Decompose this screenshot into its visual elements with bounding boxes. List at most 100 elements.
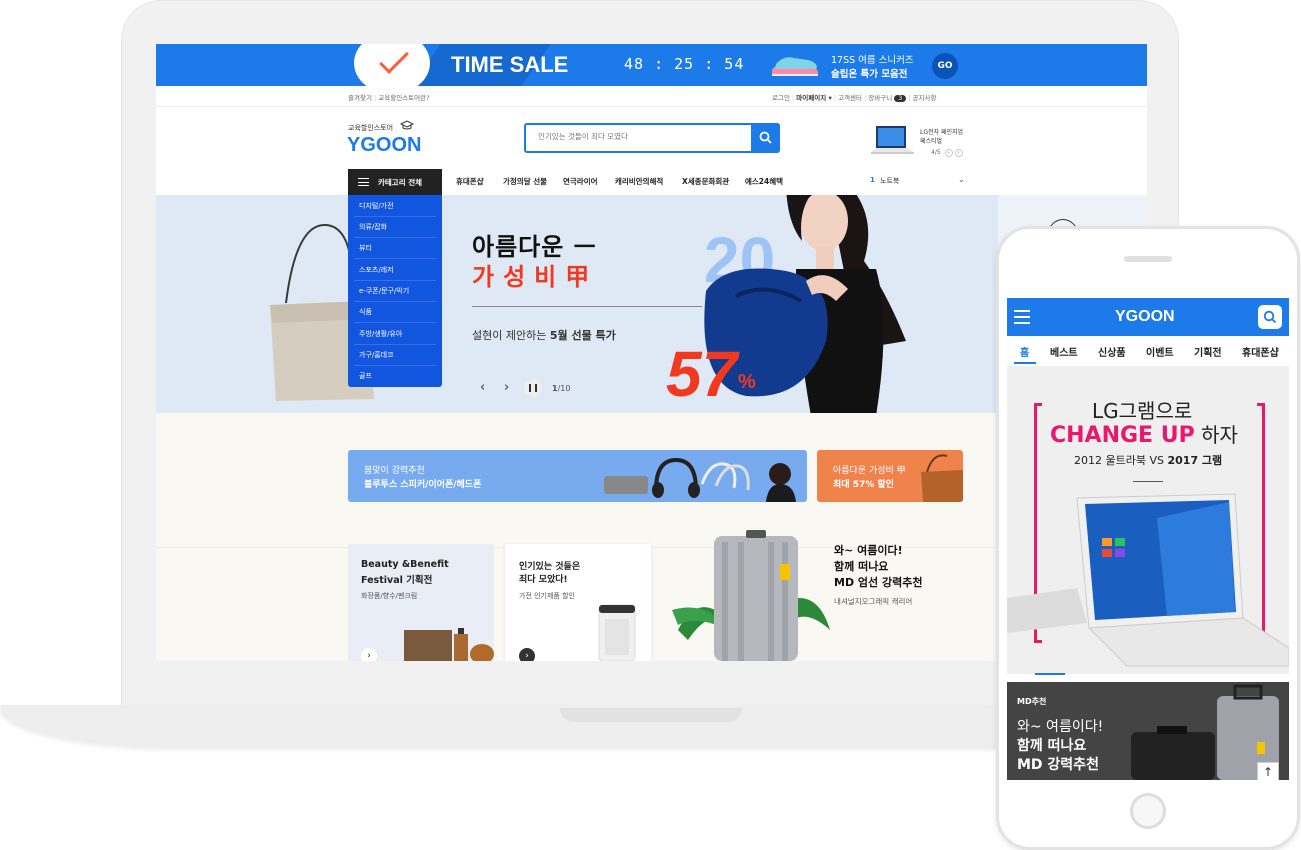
summer-title2: 함께 떠나요: [834, 560, 889, 573]
customer-center-link[interactable]: 고객센터: [838, 94, 862, 102]
next-arrow-icon[interactable]: ›: [954, 149, 963, 157]
laptop-thumbnail-icon[interactable]: [868, 124, 918, 160]
phone-home-button[interactable]: [1130, 793, 1166, 829]
hero-subtitle: 설현이 제안하는 5월 선물 특가: [472, 329, 616, 342]
category-item[interactable]: e-쿠폰/문구/악기: [359, 286, 409, 296]
summer-title3: MD 엄선 강력추천: [834, 576, 923, 589]
banner1-bold: 블루투스 스피커/이어폰/헤드폰: [364, 480, 482, 490]
md-label: MD추천: [1017, 697, 1047, 706]
util-left: 즐겨찾기 | 교육할인스토어란?: [348, 94, 430, 102]
cart-count-badge: 3: [894, 95, 907, 102]
chevron-down-icon[interactable]: ⌄: [958, 175, 965, 184]
mobile-banner-line3: 2012 울트라북 VS 2017 그램: [1074, 454, 1223, 467]
time-sale-promo-line1: 17SS 여름 스니커즈: [831, 55, 914, 66]
arrow-up-icon: ↑: [1263, 765, 1274, 779]
cart-link[interactable]: 장바구니: [868, 94, 892, 102]
search-button[interactable]: [751, 123, 780, 153]
scroll-top-button[interactable]: ↑: [1257, 762, 1279, 780]
air-purifier-image: [598, 604, 636, 661]
banner-pagination: [1035, 673, 1065, 675]
login-link[interactable]: 로그인: [772, 94, 790, 102]
tab-phone-shop[interactable]: 휴대폰샵: [1242, 344, 1279, 359]
pause-icon: [529, 384, 537, 392]
nav-item[interactable]: 예스24혜택: [745, 176, 783, 187]
mobile-banner-line2: CHANGE UP 하자: [1050, 423, 1238, 448]
notice-link[interactable]: 공지사항: [913, 94, 937, 102]
md-title3: MD 강력추천: [1017, 757, 1099, 773]
category-all-button[interactable]: 카테고리 전체: [348, 169, 442, 195]
graduation-cap-icon: [400, 120, 414, 130]
appliance-card-sub: 가전 인기제품 할인: [519, 592, 575, 600]
nav-item[interactable]: 캐리비안의해적: [615, 176, 663, 187]
prev-arrow-icon[interactable]: ‹: [944, 149, 953, 157]
category-list: 디지털/가전 의류/잡화 뷰티 스포츠/레저 e-쿠폰/문구/악기 식품 주방/…: [348, 195, 442, 387]
util-divider: [156, 106, 1147, 107]
logo-subtitle: 교육할인스토어: [348, 124, 394, 132]
search-icon: [759, 131, 772, 144]
perfume-image: [404, 628, 494, 661]
mobile-search-button[interactable]: [1258, 305, 1282, 329]
prev-slide-icon[interactable]: ‹: [480, 380, 485, 395]
md-title2: 함께 떠나요: [1017, 738, 1087, 754]
lg-page-counter: 4/5 ‹ ›: [931, 149, 963, 157]
appliance-card-title2: 죄다 모았다!: [519, 575, 568, 585]
bag-image: [921, 454, 963, 502]
bag-banner[interactable]: 아름다운 가성비 甲 최대 57% 할인: [817, 450, 963, 502]
category-item[interactable]: 주방/생활/유아: [359, 329, 402, 339]
hero-divider: [472, 306, 702, 307]
md-title1: 와~ 여름이다!: [1017, 719, 1104, 735]
tab-plan[interactable]: 기획전: [1194, 344, 1222, 359]
tab-home[interactable]: 홈: [1020, 344, 1029, 359]
banner1-small: 봄맞이 강력추천: [364, 466, 425, 476]
nav-item[interactable]: 연극라이어: [563, 176, 598, 187]
nav-item[interactable]: 가정의달 선물: [503, 176, 547, 187]
lg-gram-laptop-image: [1007, 493, 1289, 667]
time-sale-timer: 48 : 25 : 54: [624, 55, 745, 73]
hero-discount-unit: %: [738, 371, 756, 393]
rank-number: 1: [870, 176, 875, 184]
chevron-right-icon[interactable]: ›: [519, 648, 535, 661]
search-input[interactable]: [538, 132, 738, 141]
banner2-small: 아름다운 가성비 甲: [833, 466, 906, 476]
bluetooth-banner[interactable]: 봄맞이 강력추천 블루투스 스피커/이어폰/헤드폰: [348, 450, 807, 502]
hero-title-line2: 가성비甲: [472, 263, 599, 291]
tab-best[interactable]: 베스트: [1050, 344, 1078, 359]
category-item[interactable]: 뷰티: [359, 243, 372, 253]
category-item[interactable]: 가구/홈데코: [359, 350, 394, 360]
category-item[interactable]: 식품: [359, 307, 372, 317]
nav-item[interactable]: 휴대폰샵: [456, 176, 484, 187]
time-sale-title: TIME SALE: [451, 52, 569, 77]
go-button[interactable]: GO: [932, 53, 958, 79]
hamburger-mid: [1014, 316, 1030, 318]
time-sale-promo-line2: 슬립온 특가 모음전: [831, 69, 908, 80]
about-store-link[interactable]: 교육할인스토어란?: [378, 94, 429, 102]
summer-title1: 와~ 여름이다!: [834, 544, 903, 557]
category-item[interactable]: 의류/잡화: [359, 222, 387, 232]
beauty-card[interactable]: Beauty &Benefit Festival 기획전 화장품/향수/펜크림 …: [348, 544, 494, 661]
tab-new[interactable]: 신상품: [1098, 344, 1126, 359]
rank-keyword[interactable]: 노트북: [880, 176, 899, 186]
favorite-link[interactable]: 즐겨찾기: [348, 94, 372, 102]
next-slide-icon[interactable]: ›: [504, 380, 509, 395]
summer-sub: 내셔널지오그래픽 캐리어: [834, 597, 913, 606]
phone-speaker: [1124, 256, 1172, 262]
time-sale-bar[interactable]: TIME SALE 48 : 25 : 54 17SS 여름 스니커즈 슬립온 …: [156, 44, 1147, 86]
nav-item[interactable]: X세종문화회관: [682, 176, 729, 187]
suitcase-image: [672, 530, 830, 661]
lg-festival-label1: LG전자 페인지업: [920, 129, 964, 136]
logo[interactable]: YGOON: [347, 134, 421, 157]
laptop-notch: [560, 708, 742, 722]
category-item[interactable]: 디지털/가전: [359, 201, 394, 211]
category-item[interactable]: 스포츠/레저: [359, 265, 394, 275]
mobile-logo[interactable]: YGOON: [1115, 308, 1175, 326]
chevron-right-icon[interactable]: ›: [361, 648, 377, 661]
pause-button[interactable]: [524, 379, 542, 397]
tab-event[interactable]: 이벤트: [1146, 344, 1174, 359]
hero-page-indicator: 1/10: [552, 384, 571, 393]
appliance-card[interactable]: 인기있는 것들은 죄다 모았다! 가전 인기제품 할인 ›: [505, 544, 651, 661]
mypage-link[interactable]: 마이페이지 ▾: [796, 94, 831, 102]
hero-discount: 57: [666, 338, 738, 410]
appliance-card-title1: 인기있는 것들은: [519, 562, 581, 572]
search-icon: [1263, 310, 1277, 324]
category-item[interactable]: 골프: [359, 371, 372, 381]
